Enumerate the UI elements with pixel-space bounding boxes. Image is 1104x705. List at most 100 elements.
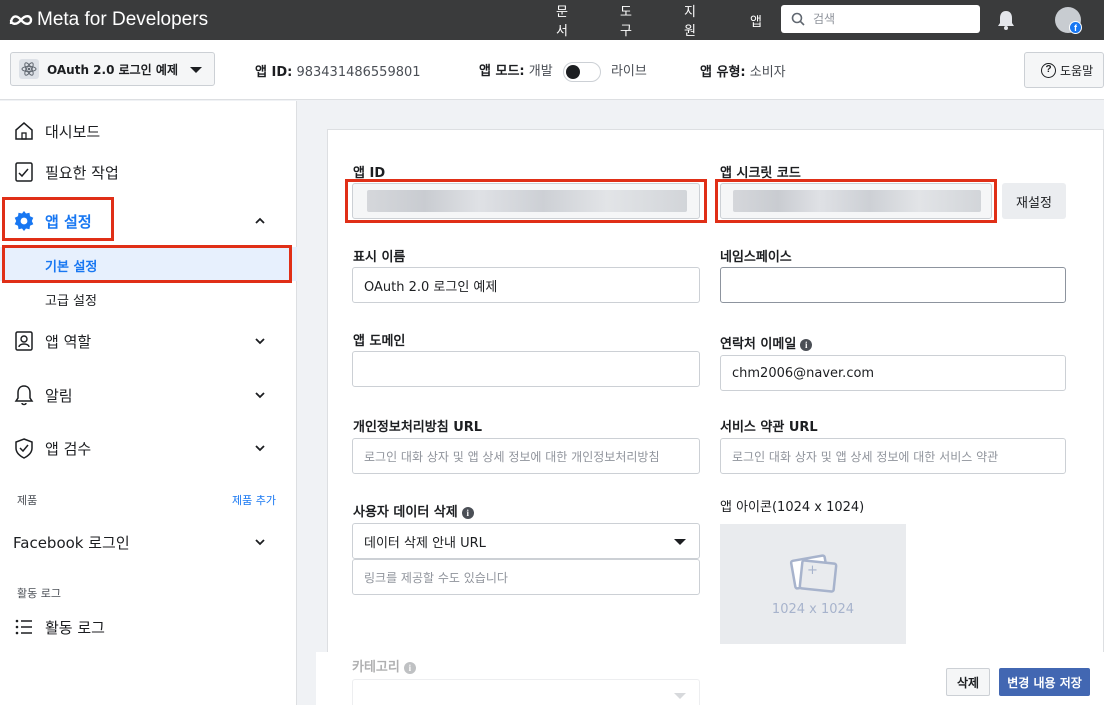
app-icon-upload[interactable]: + 1024 x 1024 bbox=[720, 524, 906, 644]
question-icon: ? bbox=[1041, 62, 1056, 78]
sidebar-item-app-review[interactable]: 앱 검수 bbox=[0, 428, 297, 468]
sidebar-item-label: 알림 bbox=[45, 386, 73, 405]
app-icon-label: 앱 아이콘(1024 x 1024) bbox=[720, 500, 865, 515]
contact-email-label-text: 연락처 이메일 bbox=[720, 337, 797, 352]
app-mode-info: 앱 모드: 개발 라이브 bbox=[479, 60, 647, 82]
data-deletion-url-input[interactable]: 링크를 제공할 수도 있습니다 bbox=[352, 559, 700, 595]
app-type-value: 소비자 bbox=[749, 65, 786, 80]
app-name: OAuth 2.0 로그인 예제 bbox=[47, 62, 178, 77]
reset-secret-button[interactable]: 재설정 bbox=[1002, 183, 1066, 219]
chevron-down-icon bbox=[674, 539, 686, 545]
checklist-icon bbox=[15, 162, 33, 182]
category-select[interactable] bbox=[352, 679, 700, 705]
tos-url-label: 서비스 약관 URL bbox=[720, 420, 818, 435]
sidebar-item-app-roles[interactable]: 앱 역할 bbox=[0, 321, 297, 361]
sidebar-subitem-label: 고급 설정 bbox=[45, 294, 97, 309]
contact-email-input[interactable]: chm2006@naver.com bbox=[720, 355, 1066, 391]
namespace-input[interactable] bbox=[720, 267, 1066, 303]
app-header-bar: OAuth 2.0 로그인 예제 앱 ID: 983431486559801 앱… bbox=[0, 40, 1104, 100]
sidebar-item-label: 필요한 작업 bbox=[45, 163, 119, 182]
data-deletion-select[interactable]: 데이터 삭제 안내 URL bbox=[352, 523, 700, 559]
highlight-box-app-id bbox=[345, 179, 707, 223]
search-input[interactable] bbox=[813, 12, 973, 26]
nav-apps[interactable]: 앱 bbox=[750, 11, 762, 30]
info-icon[interactable]: i bbox=[800, 339, 813, 351]
chevron-down-icon bbox=[255, 392, 265, 399]
app-selector-dropdown[interactable]: OAuth 2.0 로그인 예제 bbox=[10, 52, 215, 86]
brand-name: Meta for Developers bbox=[37, 9, 209, 30]
app-id-value: 983431486559801 bbox=[296, 65, 421, 80]
category-label-text: 카테고리 bbox=[352, 660, 400, 675]
sidebar-item-notifications[interactable]: 알림 bbox=[0, 375, 297, 415]
add-product-link[interactable]: 제품 추가 bbox=[232, 492, 276, 508]
nav-docs[interactable]: 문서 bbox=[556, 1, 568, 39]
privacy-url-label: 개인정보처리방침 URL bbox=[353, 420, 483, 435]
highlight-box-basic-settings bbox=[2, 245, 292, 283]
help-button[interactable]: ? 도움말 bbox=[1024, 52, 1104, 88]
highlight-box-app-secret bbox=[715, 179, 997, 223]
bell-outline-icon bbox=[14, 385, 34, 406]
contact-email-label: 연락처 이메일 i bbox=[720, 333, 813, 352]
privacy-url-input[interactable]: 로그인 대화 상자 및 앱 상세 정보에 대한 개인정보처리방침 bbox=[352, 438, 700, 474]
data-deletion-label-text: 사용자 데이터 삭제 bbox=[353, 505, 458, 520]
sidebar-item-label: 활동 로그 bbox=[45, 618, 105, 637]
list-icon bbox=[15, 619, 32, 635]
nav-support[interactable]: 지원 bbox=[684, 1, 696, 39]
sidebar-item-activity-log[interactable]: 활동 로그 bbox=[0, 607, 297, 647]
search-icon bbox=[791, 12, 805, 26]
namespace-label: 네임스페이스 bbox=[720, 250, 792, 265]
sidebar-item-label: 대시보드 bbox=[45, 122, 101, 141]
highlight-box-app-settings bbox=[2, 197, 114, 241]
bell-icon[interactable] bbox=[996, 9, 1016, 31]
tos-url-input[interactable]: 로그인 대화 상자 및 앱 상세 정보에 대한 서비스 약관 bbox=[720, 438, 1066, 474]
app-icon-size: 1024 x 1024 bbox=[771, 601, 855, 617]
top-navigation-bar: Meta for Developers 문서 도구 지원 앱 f bbox=[0, 0, 1104, 40]
sidebar-item-label: Facebook 로그인 bbox=[13, 533, 130, 552]
search-box[interactable] bbox=[781, 5, 980, 33]
sidebar-item-label: 앱 검수 bbox=[45, 439, 92, 458]
app-id-label: 앱 ID: bbox=[255, 65, 293, 80]
data-deletion-label: 사용자 데이터 삭제 i bbox=[353, 501, 474, 520]
chevron-up-icon bbox=[255, 217, 265, 224]
sidebar-item-label: 앱 역할 bbox=[45, 332, 92, 351]
id-badge-icon bbox=[15, 331, 33, 351]
data-deletion-selected-option: 데이터 삭제 안내 URL bbox=[364, 535, 486, 551]
info-icon[interactable]: i bbox=[461, 507, 474, 519]
nav-tools[interactable]: 도구 bbox=[620, 1, 632, 39]
display-name-label: 표시 이름 bbox=[353, 250, 406, 265]
chevron-down-icon bbox=[674, 693, 686, 699]
user-avatar[interactable]: f bbox=[1055, 7, 1082, 34]
sidebar: 대시보드 필요한 작업 앱 설정 기본 설정 고급 설정 앱 역할 알림 앱 검… bbox=[0, 101, 297, 705]
chevron-down-icon bbox=[255, 338, 265, 345]
app-mode-toggle[interactable] bbox=[562, 61, 601, 82]
sidebar-item-dashboard[interactable]: 대시보드 bbox=[0, 111, 297, 151]
meta-infinity-icon bbox=[9, 15, 33, 25]
chevron-down-icon bbox=[190, 67, 202, 73]
help-label: 도움말 bbox=[1060, 63, 1094, 78]
home-icon bbox=[15, 122, 33, 140]
app-atom-icon bbox=[19, 59, 39, 79]
chevron-down-icon bbox=[255, 445, 265, 452]
products-section-title: 제품 bbox=[17, 494, 38, 507]
app-mode-live: 라이브 bbox=[610, 64, 647, 79]
shield-check-icon bbox=[15, 438, 33, 459]
app-domain-label: 앱 도메인 bbox=[353, 334, 406, 349]
image-placeholder-icon: + bbox=[789, 553, 838, 593]
sidebar-item-required-actions[interactable]: 필요한 작업 bbox=[0, 152, 297, 192]
app-mode-label: 앱 모드: bbox=[479, 64, 525, 79]
facebook-badge-icon: f bbox=[1069, 21, 1082, 34]
category-label: 카테고리 i bbox=[352, 656, 416, 675]
save-changes-button[interactable]: 변경 내용 저장 bbox=[999, 668, 1090, 696]
app-mode-dev: 개발 bbox=[528, 64, 553, 79]
delete-button[interactable]: 삭제 bbox=[946, 668, 990, 696]
chevron-down-icon bbox=[255, 539, 265, 546]
display-name-input[interactable]: OAuth 2.0 로그인 예제 bbox=[352, 267, 700, 303]
sidebar-item-facebook-login[interactable]: Facebook 로그인 bbox=[0, 522, 297, 562]
app-domain-input[interactable] bbox=[352, 351, 700, 387]
app-type-info: 앱 유형: 소비자 bbox=[700, 61, 786, 80]
app-id-info: 앱 ID: 983431486559801 bbox=[255, 61, 421, 80]
meta-logo[interactable]: Meta for Developers bbox=[8, 9, 208, 31]
info-icon: i bbox=[403, 662, 416, 674]
sidebar-subitem-advanced-settings[interactable]: 고급 설정 bbox=[0, 281, 297, 315]
app-type-label: 앱 유형: bbox=[700, 65, 746, 80]
